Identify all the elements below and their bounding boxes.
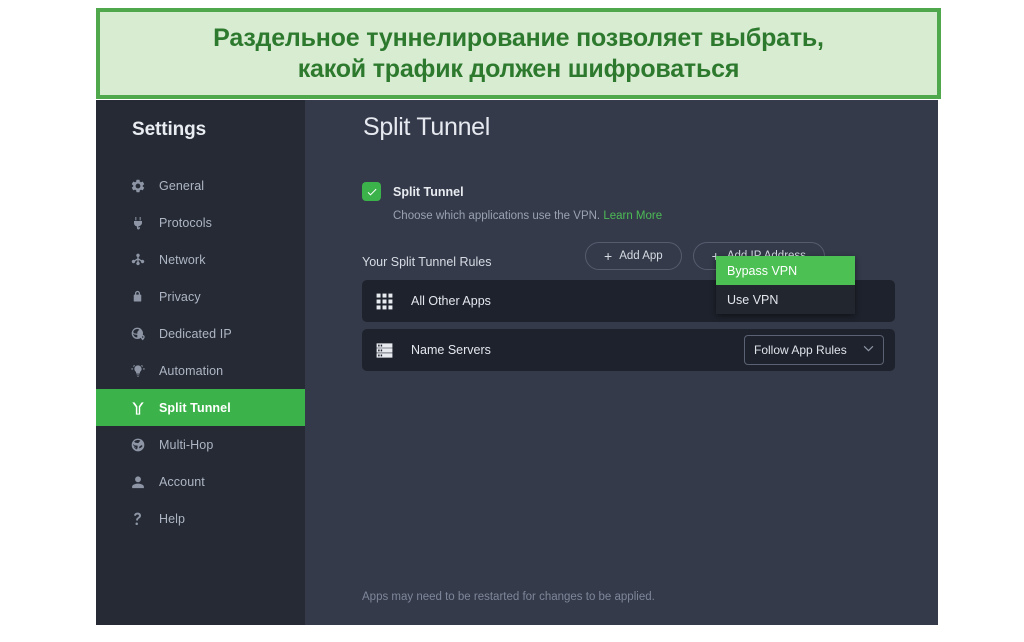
sidebar-item-label: Split Tunnel: [159, 400, 231, 415]
sidebar-item-network[interactable]: Network: [96, 241, 305, 278]
lightbulb-icon: [129, 362, 146, 379]
vpn-app-window: Settings General Protocols Network Priva…: [96, 100, 938, 625]
banner-line-1: Раздельное туннелирование позволяет выбр…: [213, 24, 824, 52]
sidebar-item-general[interactable]: General: [96, 167, 305, 204]
page-title-settings: Settings: [132, 119, 207, 140]
split-tunnel-icon: [129, 399, 146, 416]
split-tunnel-description: Choose which applications use the VPN. L…: [393, 210, 662, 222]
sidebar-nav: General Protocols Network Privacy Dedica…: [96, 167, 305, 537]
settings-content: Split Tunnel Split Tunnel Choose which a…: [305, 100, 938, 625]
sidebar-item-multi-hop[interactable]: Multi-Hop: [96, 426, 305, 463]
banner-line-2: какой трафик должен шифроваться: [297, 54, 740, 83]
restart-footnote: Apps may need to be restarted for change…: [362, 591, 655, 603]
rule-label: Name Servers: [411, 343, 491, 357]
banner-text: Раздельное туннелирование позволяет выбр…: [213, 23, 824, 84]
name-servers-select-value: Follow App Rules: [754, 343, 847, 357]
add-app-label: Add App: [619, 250, 663, 262]
chevron-down-icon: [863, 345, 874, 355]
sidebar-item-label: Automation: [159, 363, 224, 378]
sidebar-item-label: Account: [159, 474, 205, 489]
split-tunnel-checkbox[interactable]: [362, 182, 381, 201]
sidebar-item-privacy[interactable]: Privacy: [96, 278, 305, 315]
plus-icon: +: [604, 248, 613, 264]
sidebar-item-automation[interactable]: Automation: [96, 352, 305, 389]
sidebar-item-dedicated-ip[interactable]: Dedicated IP: [96, 315, 305, 352]
add-app-button[interactable]: + Add App: [585, 242, 682, 270]
dropdown-option-bypass-vpn[interactable]: Bypass VPN: [716, 256, 855, 285]
sidebar-item-protocols[interactable]: Protocols: [96, 204, 305, 241]
settings-sidebar: Settings General Protocols Network Priva…: [96, 100, 305, 625]
apps-grid-icon: [373, 290, 395, 312]
learn-more-link[interactable]: Learn More: [603, 210, 662, 222]
plug-icon: [129, 214, 146, 231]
split-tunnel-toggle-label: Split Tunnel: [393, 184, 464, 199]
screenshot-root: Раздельное туннелирование позволяет выбр…: [0, 0, 1024, 642]
person-icon: [129, 473, 146, 490]
table-row: Name Servers Follow App Rules: [362, 329, 895, 371]
sidebar-item-help[interactable]: Help: [96, 500, 305, 537]
check-icon: [367, 188, 376, 195]
rules-title: Your Split Tunnel Rules: [362, 255, 492, 269]
all-other-apps-dropdown-menu[interactable]: Bypass VPN Use VPN: [716, 256, 855, 314]
name-servers-select[interactable]: Follow App Rules: [744, 335, 884, 365]
split-tunnel-toggle-row: Split Tunnel: [362, 182, 464, 201]
sidebar-item-account[interactable]: Account: [96, 463, 305, 500]
server-rack-icon: [373, 339, 395, 361]
page-title: Split Tunnel: [363, 113, 491, 141]
sidebar-item-label: Dedicated IP: [159, 326, 232, 341]
gear-icon: [129, 177, 146, 194]
dropdown-option-use-vpn[interactable]: Use VPN: [716, 285, 855, 314]
sidebar-item-label: Privacy: [159, 289, 201, 304]
lock-icon: [129, 288, 146, 305]
network-nodes-icon: [129, 251, 146, 268]
sidebar-item-label: Network: [159, 252, 206, 267]
headline-banner: Раздельное туннелирование позволяет выбр…: [96, 8, 941, 99]
globe-arrow-icon: [129, 436, 146, 453]
sidebar-item-label: Help: [159, 511, 186, 526]
sidebar-item-label: Protocols: [159, 215, 213, 230]
question-mark-icon: [129, 510, 146, 527]
sidebar-item-label: General: [159, 178, 205, 193]
globe-pin-icon: [129, 325, 146, 342]
sidebar-item-split-tunnel[interactable]: Split Tunnel: [96, 389, 305, 426]
sidebar-item-label: Multi-Hop: [159, 437, 214, 452]
description-text: Choose which applications use the VPN.: [393, 210, 601, 222]
